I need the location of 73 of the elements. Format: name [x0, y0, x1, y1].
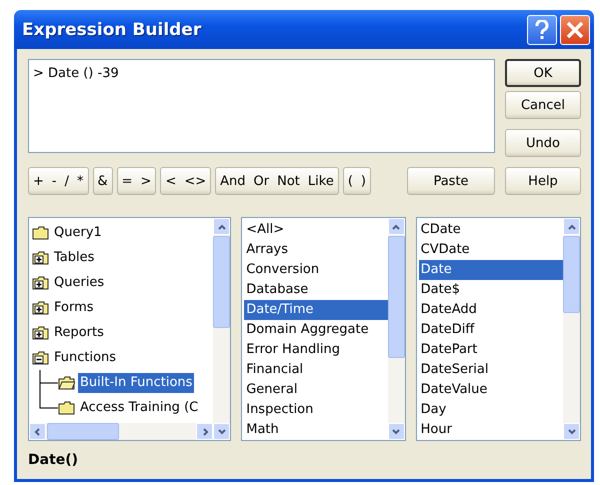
operator-button[interactable]: * — [73, 168, 88, 194]
expand-folder-icon[interactable] — [32, 300, 49, 314]
dialog-button[interactable]: Undo — [505, 129, 581, 157]
scroll-down-icon[interactable] — [566, 426, 576, 436]
list-item[interactable]: Financial — [244, 360, 388, 380]
tree-item[interactable]: Forms — [52, 298, 96, 318]
list-item[interactable]: DateValue — [418, 380, 563, 400]
question-mark-icon — [535, 20, 549, 40]
operator-button[interactable]: & — [94, 168, 112, 194]
list-item[interactable]: DateDiff — [418, 320, 563, 340]
list-item[interactable]: CDate — [418, 220, 563, 240]
list-item[interactable]: Day — [418, 400, 563, 420]
folder-icon — [58, 400, 75, 414]
operator-button[interactable]: / — [60, 168, 73, 194]
expression-field[interactable]: > Date () -39 — [28, 59, 495, 153]
expand-folder-icon[interactable] — [32, 276, 49, 290]
scroll-left-icon[interactable] — [32, 426, 42, 436]
vertical-scrollbar[interactable] — [563, 218, 580, 440]
list-item[interactable]: Error Handling — [244, 340, 388, 360]
dialog-button[interactable]: OK — [505, 59, 581, 87]
tree-item[interactable]: Built-In Functions — [78, 372, 194, 392]
operator-button[interactable]: Like — [304, 168, 338, 194]
operator-button[interactable]: Not — [273, 168, 304, 194]
tree-item[interactable]: Queries — [52, 272, 106, 292]
list-item[interactable]: Domain Aggregate — [244, 320, 388, 340]
operator-button[interactable]: < — [161, 168, 180, 194]
list-item[interactable]: Math — [244, 420, 388, 440]
operator-button[interactable]: ( — [344, 168, 357, 194]
tree-item[interactable]: Query1 — [52, 222, 104, 242]
list-item[interactable]: DateSerial — [418, 360, 563, 380]
scroll-down-icon[interactable] — [216, 426, 227, 436]
list-item[interactable]: Inspection — [244, 400, 388, 420]
close-icon — [566, 20, 584, 38]
list-item[interactable]: Hour — [418, 420, 563, 440]
folder-icon — [32, 226, 49, 240]
help-button[interactable]: Help — [505, 167, 581, 195]
operator-button[interactable]: = — [118, 168, 137, 194]
expand-folder-icon[interactable] — [32, 250, 49, 264]
list-item[interactable]: Date/Time — [244, 300, 388, 320]
operator-button[interactable]: ) — [356, 168, 370, 194]
list-item[interactable]: General — [244, 380, 388, 400]
list-item[interactable]: Database — [244, 280, 388, 300]
collapse-folder-icon[interactable] — [32, 350, 49, 364]
scroll-down-icon[interactable] — [391, 426, 402, 436]
horizontal-scrollbar[interactable] — [29, 423, 214, 440]
operator-button[interactable]: + — [29, 168, 48, 194]
tree-item[interactable]: Reports — [52, 322, 106, 342]
operator-button[interactable]: - — [48, 168, 61, 194]
operator-button[interactable]: > — [136, 168, 156, 194]
status-text: Date() — [28, 452, 78, 468]
tree-item[interactable]: Access Training (C — [78, 398, 200, 418]
window-title: Expression Builder — [22, 20, 202, 40]
operator-button[interactable]: <> — [180, 168, 210, 194]
folder-icon — [58, 376, 75, 390]
list-item[interactable]: <All> — [244, 220, 388, 240]
vertical-scrollbar[interactable] — [213, 218, 230, 440]
tree-item[interactable]: Tables — [52, 248, 96, 268]
operator-button[interactable]: And — [216, 168, 250, 194]
paste-button[interactable]: Paste — [407, 167, 495, 195]
help-title-button[interactable] — [527, 14, 557, 44]
list-item[interactable]: DateAdd — [418, 300, 563, 320]
tree-item[interactable]: Functions — [52, 348, 118, 368]
list-item[interactable]: DatePart — [418, 340, 563, 360]
close-button[interactable] — [560, 14, 590, 44]
list-item[interactable]: CVDate — [418, 240, 563, 260]
dialog-button[interactable]: Cancel — [505, 91, 581, 119]
list-item[interactable]: Arrays — [244, 240, 388, 260]
expand-folder-icon[interactable] — [32, 326, 49, 340]
vertical-scrollbar[interactable] — [388, 218, 405, 440]
list-item[interactable]: Conversion — [244, 260, 388, 280]
list-item[interactable]: Date$ — [418, 280, 563, 300]
list-item[interactable]: Date — [418, 260, 563, 280]
operator-button[interactable]: Or — [250, 168, 274, 194]
